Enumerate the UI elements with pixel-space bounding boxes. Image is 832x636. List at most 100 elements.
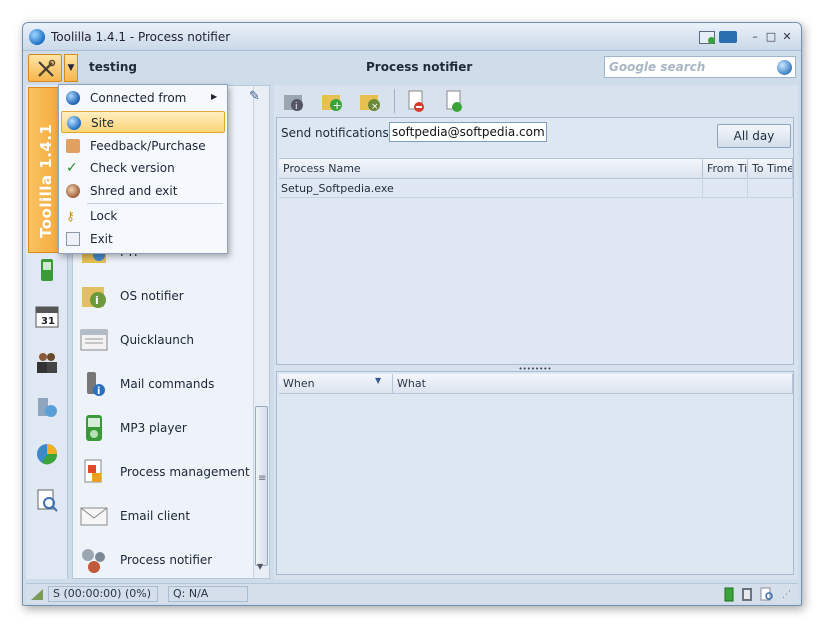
remove-document-icon[interactable] bbox=[404, 89, 428, 113]
mp3-player-icon bbox=[86, 415, 102, 441]
window-controls: – □ ✕ bbox=[747, 30, 799, 44]
scroll-down-icon[interactable]: ▼ bbox=[257, 562, 263, 571]
menu-separator bbox=[87, 203, 223, 204]
list-item[interactable]: i Mail commands bbox=[79, 366, 255, 402]
window-title: Toolilla 1.4.1 - Process notifier bbox=[51, 30, 231, 44]
table-row[interactable]: Setup_Softpedia.exe bbox=[279, 180, 703, 198]
globe-icon[interactable] bbox=[777, 60, 792, 75]
menu-item-connected-from[interactable]: Connected from ▶ bbox=[61, 87, 225, 109]
list-item-label: MP3 player bbox=[120, 421, 187, 435]
scrollbar-thumb[interactable] bbox=[255, 406, 268, 566]
os-notifier-icon: i bbox=[82, 287, 106, 308]
current-module-label: Process notifier bbox=[366, 60, 473, 74]
menu-item-site[interactable]: Site bbox=[61, 111, 225, 133]
monitor-icon[interactable] bbox=[719, 31, 737, 43]
menu-item-check-version[interactable]: ✓ Check version bbox=[61, 157, 225, 179]
quicklaunch-icon bbox=[80, 329, 108, 351]
shred-icon bbox=[66, 184, 80, 198]
svg-text:i: i bbox=[95, 294, 99, 307]
resize-grip-icon[interactable]: ⋰ bbox=[782, 590, 791, 600]
queue-status: Q: N/A bbox=[168, 586, 248, 602]
menu-item-feedback[interactable]: Feedback/Purchase bbox=[61, 135, 225, 157]
table-cell-to[interactable] bbox=[748, 180, 793, 198]
svg-text:×: × bbox=[371, 102, 379, 112]
google-search-box bbox=[604, 56, 796, 78]
maximize-button[interactable]: □ bbox=[763, 30, 779, 43]
list-item-label: Process notifier bbox=[120, 553, 213, 567]
mail-commands-icon: i bbox=[87, 372, 105, 397]
minimize-button[interactable]: – bbox=[747, 30, 763, 43]
menu-item-label: Shred and exit bbox=[90, 184, 178, 198]
list-item[interactable]: Email client bbox=[79, 498, 255, 534]
list-item-label: Quicklaunch bbox=[120, 333, 195, 347]
clipboard-icon[interactable] bbox=[740, 586, 754, 602]
svg-text:31: 31 bbox=[41, 316, 55, 327]
process-table: Process Name From Time To Time Setup_Sof… bbox=[279, 158, 793, 362]
menu-item-shred-exit[interactable]: Shred and exit bbox=[61, 180, 225, 202]
all-day-button[interactable]: All day bbox=[717, 124, 791, 148]
search-document-icon[interactable] bbox=[34, 487, 60, 513]
list-item-label: Process management bbox=[120, 465, 250, 479]
search-input[interactable] bbox=[605, 57, 765, 77]
magnifier-icon[interactable] bbox=[760, 586, 774, 602]
users-icon[interactable] bbox=[34, 349, 60, 375]
sort-chevron-down-icon[interactable]: ▼ bbox=[375, 376, 381, 385]
tools-dropdown-arrow[interactable]: ▼ bbox=[64, 54, 78, 82]
menu-item-label: Connected from bbox=[90, 91, 187, 105]
chart-pie-icon[interactable] bbox=[34, 441, 60, 467]
menu-item-label: Lock bbox=[90, 209, 118, 223]
menu-item-lock[interactable]: ⚷ Lock bbox=[61, 205, 225, 227]
email-client-icon bbox=[80, 507, 108, 526]
globe-icon bbox=[66, 91, 80, 105]
main-toolbar: ▼ testing Process notifier bbox=[26, 53, 798, 82]
list-item[interactable]: Process notifier bbox=[79, 542, 255, 578]
menu-item-exit[interactable]: Exit bbox=[61, 228, 225, 250]
pin-icon[interactable]: ✎ bbox=[249, 89, 260, 104]
list-item-label: OS notifier bbox=[120, 289, 184, 303]
status-bar: S (00:00:00) (0%) Q: N/A ⋰ bbox=[26, 583, 798, 603]
svg-text:+: + bbox=[333, 99, 342, 112]
new-window-icon[interactable] bbox=[699, 31, 715, 44]
site-icon bbox=[67, 116, 81, 130]
column-header-process-name[interactable]: Process Name bbox=[279, 159, 703, 179]
list-scrollbar[interactable]: ▼ bbox=[253, 86, 269, 578]
profile-label: testing bbox=[89, 60, 137, 74]
column-header-from-time[interactable]: From Time bbox=[703, 159, 748, 179]
phone-icon[interactable] bbox=[34, 257, 60, 283]
close-button[interactable]: ✕ bbox=[779, 30, 795, 43]
log-section: When ▼ What bbox=[276, 371, 794, 575]
key-icon: ⚷ bbox=[66, 209, 75, 223]
tools-menu-button[interactable] bbox=[28, 54, 62, 82]
process-notifier-icon bbox=[82, 549, 105, 573]
menu-item-label: Check version bbox=[90, 161, 175, 175]
list-item-label: Email client bbox=[120, 509, 191, 523]
column-header-what[interactable]: What bbox=[393, 374, 793, 394]
vertical-tab-label: Toolilla 1.4.1 bbox=[37, 123, 55, 238]
network-icon[interactable] bbox=[34, 395, 60, 421]
list-item[interactable]: Quicklaunch bbox=[79, 322, 255, 358]
app-logo-icon bbox=[29, 29, 45, 45]
table-cell-from[interactable] bbox=[703, 180, 748, 198]
list-item[interactable]: Process management bbox=[79, 454, 255, 490]
exit-icon bbox=[66, 232, 80, 246]
notifier-toolbar: i + × bbox=[278, 87, 538, 115]
add-folder-icon[interactable]: + bbox=[320, 89, 344, 113]
calendar-icon[interactable]: 31 bbox=[34, 303, 60, 329]
battery-icon[interactable] bbox=[722, 586, 736, 602]
list-item[interactable]: MP3 player bbox=[79, 410, 255, 446]
tools-icon bbox=[38, 59, 56, 77]
list-item[interactable]: i OS notifier bbox=[79, 278, 255, 314]
svg-text:i: i bbox=[295, 102, 298, 112]
toolbar-separator bbox=[394, 89, 395, 113]
menu-item-label: Site bbox=[91, 116, 115, 130]
column-header-to-time[interactable]: To Time bbox=[748, 159, 793, 179]
refresh-document-icon[interactable] bbox=[442, 89, 466, 113]
signal-icon bbox=[31, 589, 43, 600]
process-section: Send notifications to: All day Process N… bbox=[276, 117, 794, 365]
tools-dropdown-menu: Connected from ▶ Site Feedback/Purchase … bbox=[58, 84, 228, 254]
remove-folder-icon[interactable]: × bbox=[358, 89, 382, 113]
session-status: S (00:00:00) (0%) bbox=[48, 586, 158, 602]
email-field[interactable] bbox=[390, 123, 544, 141]
info-folder-icon[interactable]: i bbox=[282, 89, 306, 113]
svg-text:i: i bbox=[97, 386, 100, 397]
